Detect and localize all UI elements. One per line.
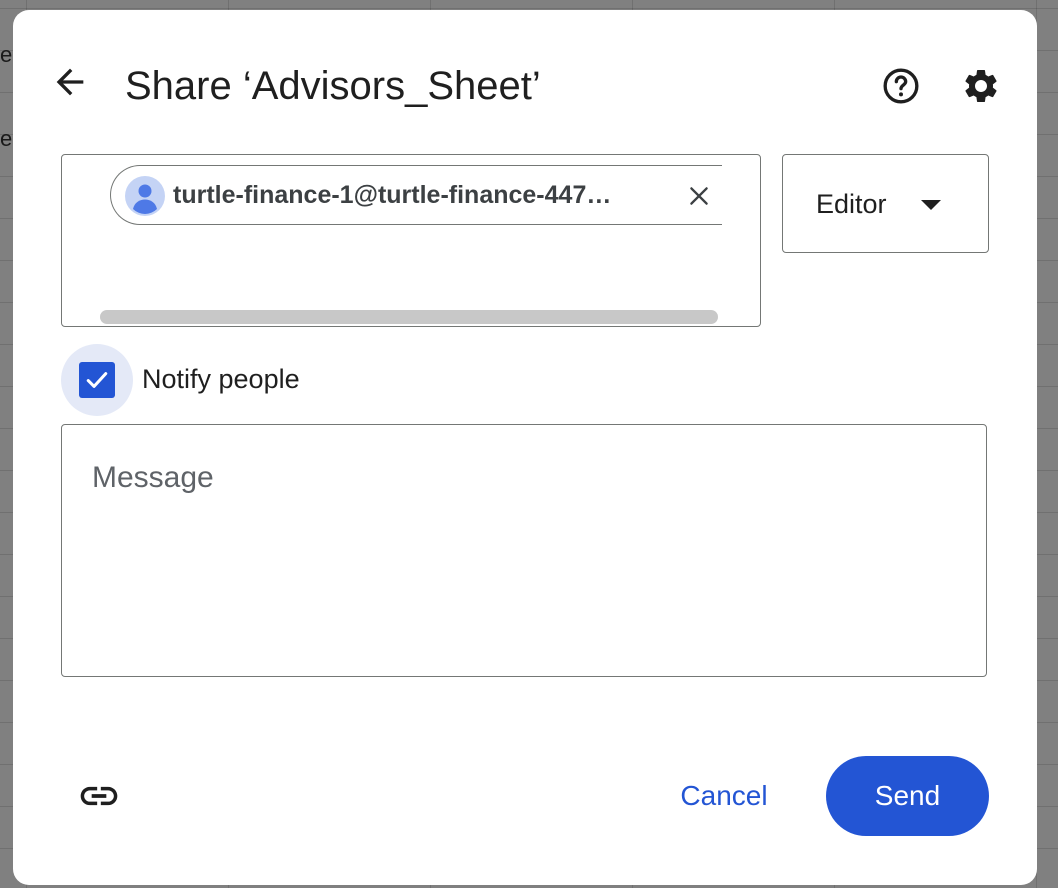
back-button[interactable]: [46, 58, 94, 106]
copy-link-button[interactable]: [73, 772, 125, 820]
notify-people-label: Notify people: [142, 364, 300, 394]
help-circle-icon: [883, 68, 919, 104]
share-dialog: Share ‘Advisors_Sheet’ turtle-finance-1@…: [13, 10, 1037, 885]
link-icon: [80, 786, 118, 806]
recipient-chip-email: turtle-finance-1@turtle-finance-447…: [173, 181, 612, 209]
message-field[interactable]: [61, 424, 987, 677]
role-dropdown-value: Editor: [816, 189, 887, 219]
checkmark-icon: [86, 372, 108, 388]
horizontal-scrollbar[interactable]: [100, 310, 718, 324]
recipient-chip[interactable]: turtle-finance-1@turtle-finance-447…: [110, 165, 722, 225]
remove-recipient-button[interactable]: [685, 182, 713, 210]
dialog-title: Share ‘Advisors_Sheet’: [125, 64, 541, 108]
person-avatar-icon: [125, 176, 165, 216]
help-button[interactable]: [877, 62, 925, 110]
checkbox-checked: [79, 362, 115, 398]
triangle-down-icon: [921, 200, 941, 210]
send-button[interactable]: Send: [826, 756, 989, 836]
cancel-button[interactable]: Cancel: [659, 768, 789, 824]
settings-button[interactable]: [957, 62, 1005, 110]
recipients-input[interactable]: turtle-finance-1@turtle-finance-447…: [61, 154, 761, 327]
notify-people-checkbox[interactable]: [61, 344, 133, 416]
gear-icon: [965, 69, 997, 102]
close-icon: [690, 187, 708, 205]
arrow-back-icon: [56, 68, 84, 96]
role-dropdown[interactable]: Editor: [782, 154, 989, 253]
